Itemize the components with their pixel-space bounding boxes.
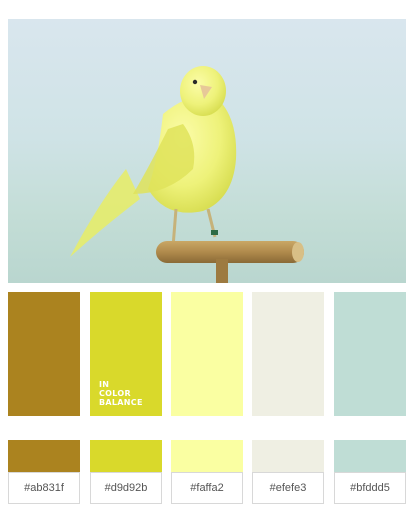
swatch-3 xyxy=(171,292,243,416)
hex-label-1: #ab831f xyxy=(8,472,80,504)
swatch-2: IN COLOR BALANCE xyxy=(90,292,162,416)
swatch-5 xyxy=(334,292,406,416)
swatch-4 xyxy=(252,292,324,416)
chip-color-4 xyxy=(252,440,324,472)
hex-chip-5: #bfddd5 xyxy=(334,440,406,504)
chip-color-2 xyxy=(90,440,162,472)
brand-line-2: COLOR xyxy=(99,389,131,398)
hex-label-2: #d9d92b xyxy=(90,472,162,504)
chip-color-3 xyxy=(171,440,243,472)
chip-color-5 xyxy=(334,440,406,472)
hex-chip-4: #efefe3 xyxy=(252,440,324,504)
brand-logo: IN COLOR BALANCE xyxy=(99,380,143,407)
hex-chip-2: #d9d92b xyxy=(90,440,162,504)
canary-photo xyxy=(8,19,406,283)
color-swatch-row: IN COLOR BALANCE xyxy=(0,292,419,416)
canary-on-perch-icon xyxy=(70,66,304,283)
hex-chip-3: #faffa2 xyxy=(171,440,243,504)
hex-label-5: #bfddd5 xyxy=(334,472,406,504)
hex-chip-row: #ab831f #d9d92b #faffa2 #efefe3 #bfddd5 xyxy=(0,440,419,504)
chip-color-1 xyxy=(8,440,80,472)
hex-label-3: #faffa2 xyxy=(171,472,243,504)
swatch-1 xyxy=(8,292,80,416)
brand-line-1: IN xyxy=(99,380,110,389)
hex-label-4: #efefe3 xyxy=(252,472,324,504)
brand-line-3: BALANCE xyxy=(99,398,143,407)
hex-chip-1: #ab831f xyxy=(8,440,80,504)
